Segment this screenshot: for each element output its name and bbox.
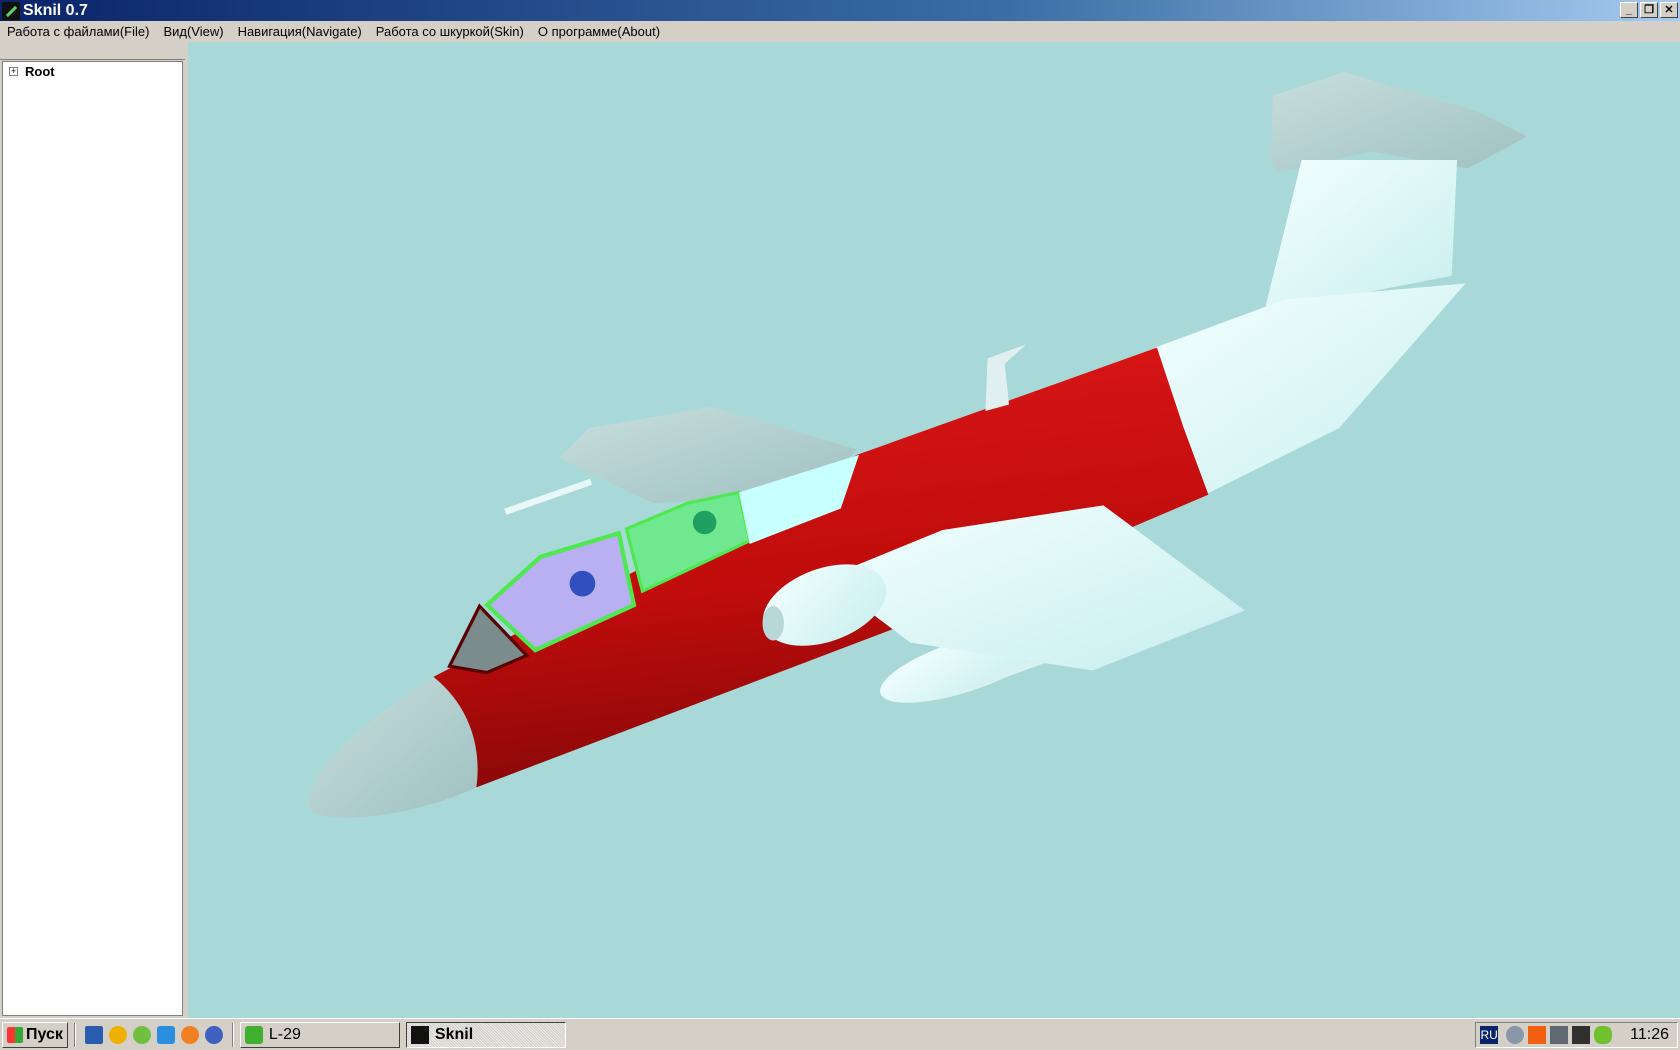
left-missile — [504, 478, 593, 515]
language-indicator[interactable]: RU — [1480, 1026, 1499, 1044]
task-label: Sknil — [434, 1025, 474, 1043]
device-icon[interactable] — [1572, 1026, 1591, 1044]
window-title: Sknil 0.7 — [23, 1, 88, 19]
settings-icon[interactable] — [180, 1025, 199, 1044]
menu-bar: Работа с файлами(File) Вид(View) Навигац… — [0, 21, 1680, 41]
start-button[interactable]: Пуск — [2, 1021, 68, 1048]
start-label: Пуск — [26, 1025, 63, 1043]
printer-icon[interactable] — [1550, 1026, 1569, 1044]
menu-skin[interactable]: Работа со шкуркой(Skin) — [369, 24, 531, 39]
menu-view[interactable]: Вид(View) — [156, 24, 230, 39]
show-desktop-icon[interactable] — [84, 1025, 103, 1044]
intake-opening — [762, 606, 784, 641]
tree-node-label: Root — [25, 63, 55, 79]
panel-header — [0, 42, 185, 60]
front-pilot — [569, 570, 596, 597]
scene-tree-panel: + Root — [0, 42, 185, 1018]
3d-viewport[interactable] — [188, 42, 1680, 1018]
menu-file[interactable]: Работа с файлами(File) — [0, 24, 156, 39]
taskbar: Пуск L-29 Sknil RU 11:26 — [0, 1018, 1680, 1050]
task-sknil[interactable]: Sknil — [405, 1021, 566, 1048]
app-icon — [2, 1, 20, 20]
nose-cone — [308, 676, 478, 818]
close-button[interactable]: ✕ — [1660, 2, 1678, 18]
task-label: L-29 — [268, 1025, 301, 1043]
app-icon — [410, 1025, 429, 1044]
windows-logo-icon — [7, 1026, 23, 1043]
avast-icon[interactable] — [1528, 1026, 1547, 1044]
restore-button[interactable]: ❐ — [1640, 2, 1658, 18]
horizontal-stabilizer — [1270, 72, 1527, 173]
nvidia-icon[interactable] — [1594, 1026, 1613, 1044]
task-l29[interactable]: L-29 — [239, 1021, 400, 1048]
aimp-icon[interactable] — [108, 1025, 127, 1044]
home-icon[interactable] — [156, 1025, 175, 1044]
utorrent-icon[interactable] — [132, 1025, 151, 1044]
media-player-icon[interactable] — [204, 1025, 223, 1044]
rear-pilot — [692, 510, 717, 535]
menu-navigate[interactable]: Навигация(Navigate) — [231, 24, 369, 39]
tree-node-root[interactable]: + Root — [3, 62, 182, 80]
webcam-icon[interactable] — [1506, 1026, 1525, 1044]
scene-tree[interactable]: + Root — [2, 61, 183, 1016]
system-tray: RU 11:26 — [1475, 1022, 1678, 1048]
menu-about[interactable]: О программе(About) — [531, 24, 667, 39]
rear-fuselage — [1154, 283, 1466, 495]
minimize-button[interactable]: _ — [1620, 2, 1638, 18]
folder-icon — [244, 1025, 263, 1044]
clock[interactable]: 11:26 — [1630, 1026, 1669, 1044]
title-bar: Sknil 0.7 _ ❐ ✕ — [0, 0, 1680, 21]
expand-icon[interactable]: + — [9, 66, 18, 76]
aircraft-model — [308, 72, 1527, 818]
